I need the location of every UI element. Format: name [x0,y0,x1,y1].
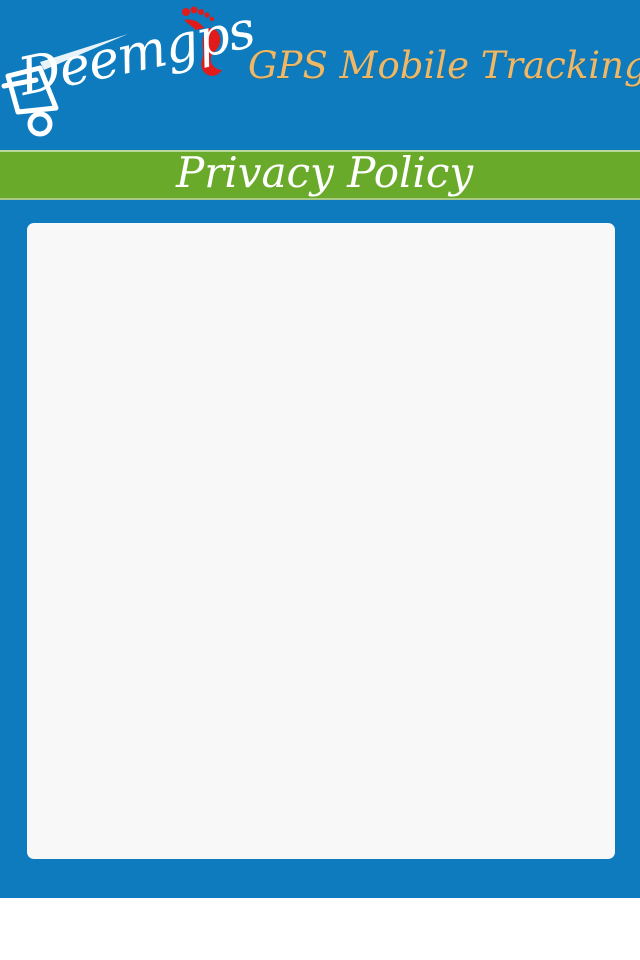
title-bar: Privacy Policy [0,148,640,200]
app-title: GPS Mobile Tracking [248,44,640,87]
page-title: Privacy Policy [176,148,474,197]
header: Deemgps GPS Mobile Tracking [0,0,640,148]
app-screen: Deemgps GPS Mobile Tracking Privacy Poli… [0,0,640,898]
deemgps-logo: Deemgps [0,0,260,148]
privacy-policy-content-panel[interactable] [27,223,615,859]
